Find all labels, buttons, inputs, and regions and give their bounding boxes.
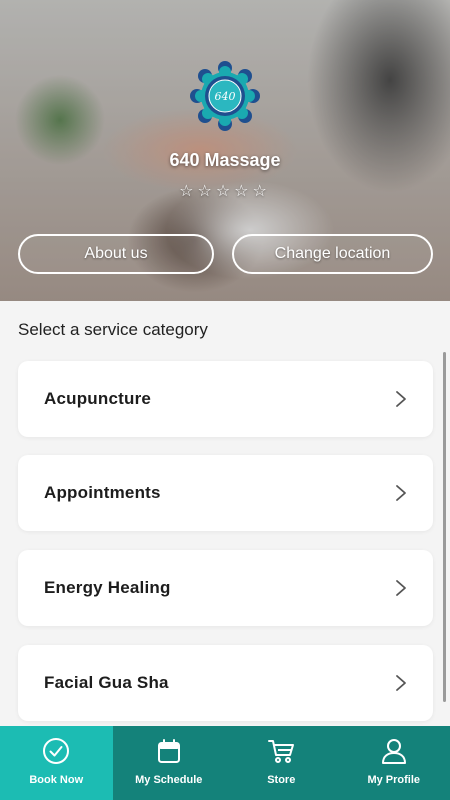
calendar-icon [157, 739, 180, 763]
business-name: 640 Massage [169, 150, 281, 170]
nav-label: Store [267, 774, 296, 786]
nav-label: My Schedule [135, 774, 203, 786]
category-label: Acupuncture [44, 389, 152, 408]
section-title: Select a service category [18, 320, 208, 339]
nav-book-now[interactable]: Book Now [0, 726, 113, 800]
category-card-appointments[interactable]: Appointments [18, 455, 433, 531]
change-location-button[interactable]: Change location [232, 234, 433, 274]
chevron-right-icon [396, 580, 406, 596]
category-card-facial-gua-sha[interactable]: Facial Gua Sha [18, 645, 433, 721]
category-label: Appointments [44, 483, 161, 502]
nav-my-schedule[interactable]: My Schedule [113, 726, 226, 800]
user-icon [381, 739, 406, 764]
about-us-button[interactable]: About us [18, 234, 214, 274]
nav-label: Book Now [29, 774, 84, 786]
category-card-energy-healing[interactable]: Energy Healing [18, 550, 433, 626]
chevron-right-icon [396, 391, 406, 407]
business-logo: 640 [189, 60, 261, 132]
nav-my-profile[interactable]: My Profile [338, 726, 450, 800]
scrollbar[interactable] [443, 352, 446, 702]
nav-store[interactable]: Store [225, 726, 338, 800]
service-category-list-section: Select a service category Acupuncture Ap… [0, 301, 450, 726]
chevron-right-icon [396, 485, 406, 501]
chevron-right-icon [396, 675, 406, 691]
category-card-acupuncture[interactable]: Acupuncture [18, 361, 433, 437]
category-label: Energy Healing [44, 578, 171, 597]
bottom-navigation: Book Now My Schedule Store My Profile [0, 726, 450, 800]
hero-banner: 640 640 Massage ☆☆☆☆☆ About us Change lo… [0, 0, 450, 301]
nav-label: My Profile [367, 774, 421, 786]
logo-text: 640 [214, 89, 236, 103]
rating-stars: ☆☆☆☆☆ [179, 183, 271, 200]
check-circle-icon [43, 738, 70, 764]
category-label: Facial Gua Sha [44, 673, 169, 692]
cart-icon [268, 740, 295, 763]
